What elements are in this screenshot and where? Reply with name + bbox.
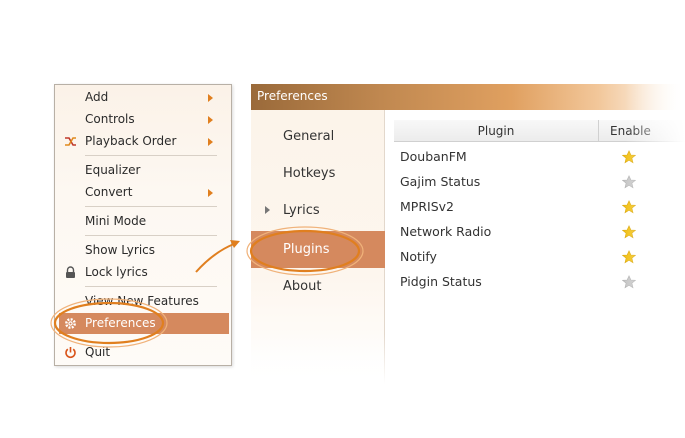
table-row[interactable]: MPRISv2 xyxy=(394,194,685,219)
menu-item-quit[interactable]: Quit xyxy=(55,342,231,363)
sidebar-item-label: General xyxy=(283,129,335,144)
star-enabled-icon[interactable] xyxy=(622,200,636,214)
menu-item-label: Convert xyxy=(85,185,133,199)
sidebar-item-label: About xyxy=(283,279,322,294)
lock-icon xyxy=(66,266,75,278)
preferences-window: Preferences General Hotkeys Lyrics Plugi… xyxy=(251,84,685,384)
menu-item-playback-order[interactable]: Playback Order xyxy=(55,131,231,152)
column-header-plugin[interactable]: Plugin xyxy=(394,120,599,142)
menu-separator xyxy=(85,235,217,236)
sidebar-item-label: Lyrics xyxy=(283,203,320,218)
sidebar-item-label: Plugins xyxy=(283,242,330,257)
submenu-arrow-icon xyxy=(208,116,213,124)
plugin-name: Gajim Status xyxy=(400,174,481,189)
star-disabled-icon[interactable] xyxy=(622,275,636,289)
plugin-name: DoubanFM xyxy=(400,149,467,164)
menu-item-label: Add xyxy=(85,90,109,104)
plugin-name: Notify xyxy=(400,249,437,264)
menu-item-label: Playback Order xyxy=(85,134,177,148)
table-row[interactable]: Notify xyxy=(394,244,685,269)
gear-icon xyxy=(65,318,76,329)
table-row[interactable]: Gajim Status xyxy=(394,169,685,194)
menu-item-equalizer[interactable]: Equalizer xyxy=(55,160,231,181)
preferences-sidebar: General Hotkeys Lyrics Plugins About xyxy=(251,110,385,384)
menu-item-add[interactable]: Add xyxy=(55,87,231,108)
sidebar-item-about[interactable]: About xyxy=(251,268,385,305)
menu-item-label: Mini Mode xyxy=(85,214,147,228)
menu-item-mini-mode[interactable]: Mini Mode xyxy=(55,211,231,232)
menu-item-view-new-features[interactable]: View New Features xyxy=(55,291,231,312)
column-header-enable[interactable]: Enable xyxy=(610,120,651,142)
expander-arrow-icon[interactable] xyxy=(265,206,270,214)
plugins-table: Plugin Enable DoubanFM Gajim Status MPRI… xyxy=(394,120,685,384)
menu-item-lock-lyrics[interactable]: Lock lyrics xyxy=(55,262,231,283)
plugin-name: Pidgin Status xyxy=(400,274,482,289)
sidebar-item-hotkeys[interactable]: Hotkeys xyxy=(251,155,385,192)
menu-item-controls[interactable]: Controls xyxy=(55,109,231,130)
table-row[interactable]: Network Radio xyxy=(394,219,685,244)
menu-item-label: Preferences xyxy=(85,316,156,330)
star-disabled-icon[interactable] xyxy=(622,175,636,189)
context-menu: Add Controls Playback Order Equalizer Co… xyxy=(54,84,232,366)
menu-item-show-lyrics[interactable]: Show Lyrics xyxy=(55,240,231,261)
sidebar-item-lyrics[interactable]: Lyrics xyxy=(251,192,385,229)
star-enabled-icon[interactable] xyxy=(622,150,636,164)
plugin-name: Network Radio xyxy=(400,224,492,239)
menu-item-label: Show Lyrics xyxy=(85,243,155,257)
table-row[interactable]: Pidgin Status xyxy=(394,269,685,294)
power-icon xyxy=(65,347,76,359)
menu-separator xyxy=(85,155,217,156)
sidebar-item-general[interactable]: General xyxy=(251,118,385,155)
menu-item-label: Quit xyxy=(85,345,111,359)
menu-item-label: Lock lyrics xyxy=(85,265,148,279)
menu-item-preferences[interactable]: Preferences xyxy=(59,313,229,334)
star-enabled-icon[interactable] xyxy=(622,250,636,264)
table-row[interactable]: DoubanFM xyxy=(394,144,685,169)
sidebar-item-plugins[interactable]: Plugins xyxy=(251,231,385,268)
table-header: Plugin Enable xyxy=(394,120,685,142)
shuffle-icon xyxy=(65,137,76,146)
submenu-arrow-icon xyxy=(208,189,213,197)
menu-item-label: Equalizer xyxy=(85,163,141,177)
menu-item-convert[interactable]: Convert xyxy=(55,182,231,203)
star-enabled-icon[interactable] xyxy=(622,225,636,239)
menu-item-label: View New Features xyxy=(85,294,199,308)
window-titlebar[interactable]: Preferences xyxy=(251,84,685,110)
plugin-name: MPRISv2 xyxy=(400,199,454,214)
menu-separator xyxy=(85,206,217,207)
submenu-arrow-icon xyxy=(208,94,213,102)
sidebar-item-label: Hotkeys xyxy=(283,166,336,181)
menu-item-label: Controls xyxy=(85,112,135,126)
window-title: Preferences xyxy=(257,89,328,103)
submenu-arrow-icon xyxy=(208,138,213,146)
menu-separator xyxy=(85,286,217,287)
